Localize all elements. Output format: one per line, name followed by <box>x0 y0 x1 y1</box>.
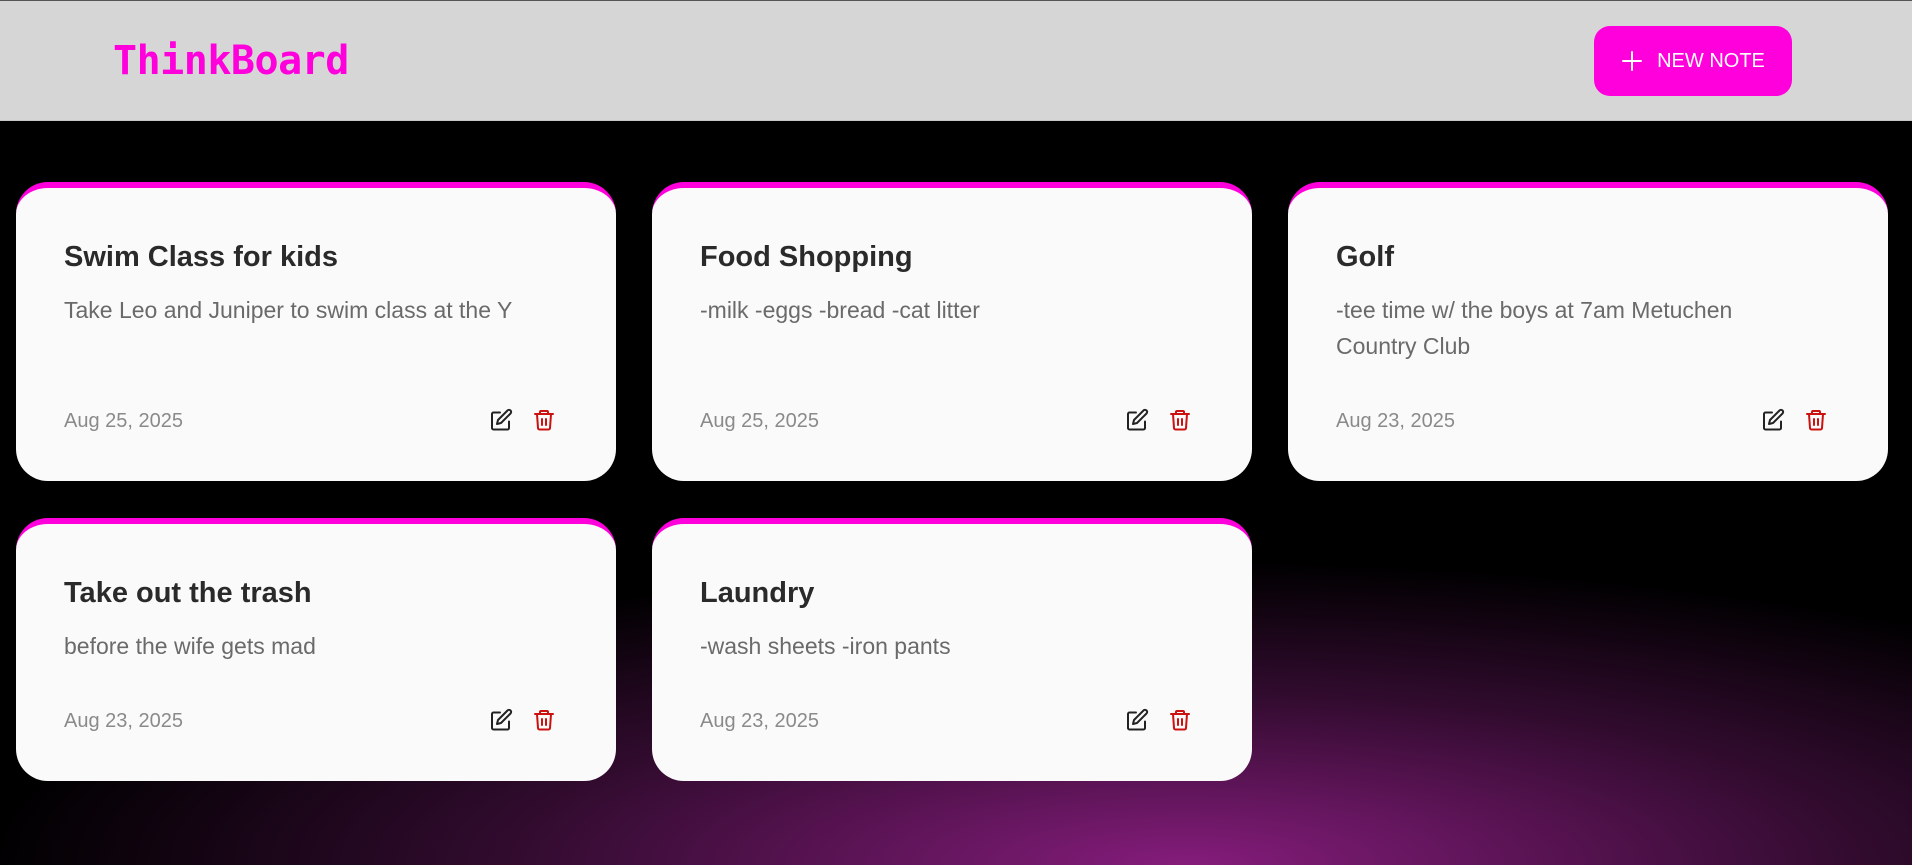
note-actions <box>489 408 556 432</box>
plus-icon <box>1621 50 1643 72</box>
note-content: -wash sheets -iron pants <box>700 633 951 659</box>
edit-icon[interactable] <box>1125 408 1149 432</box>
note-title: Take out the trash <box>64 577 312 609</box>
note-date: Aug 23, 2025 <box>700 710 819 732</box>
note-title: Laundry <box>700 577 815 609</box>
trash-icon[interactable] <box>532 708 556 732</box>
note-title: Swim Class for kids <box>64 241 338 273</box>
app-logo[interactable]: ThinkBoard <box>113 39 349 83</box>
trash-icon[interactable] <box>1168 408 1192 432</box>
note-content: Take Leo and Juniper to swim class at th… <box>64 297 513 323</box>
note-actions <box>1761 408 1828 432</box>
new-note-button[interactable]: NEW NOTE <box>1594 26 1792 96</box>
note-card[interactable]: Laundry -wash sheets -iron pants Aug 23,… <box>652 518 1252 781</box>
trash-icon[interactable] <box>532 408 556 432</box>
note-content: before the wife gets mad <box>64 633 316 659</box>
note-actions <box>1125 408 1192 432</box>
note-date: Aug 25, 2025 <box>700 410 819 432</box>
note-content: -tee time w/ the boys at 7am Metuchen Co… <box>1336 297 1733 359</box>
note-content: -milk -eggs -bread -cat litter <box>700 297 980 323</box>
note-date: Aug 23, 2025 <box>1336 410 1455 432</box>
note-card[interactable]: Golf -tee time w/ the boys at 7am Metuch… <box>1288 182 1888 481</box>
note-card[interactable]: Food Shopping -milk -eggs -bread -cat li… <box>652 182 1252 481</box>
top-navbar: ThinkBoard NEW NOTE <box>0 0 1912 121</box>
note-actions <box>489 708 556 732</box>
edit-icon[interactable] <box>1761 408 1785 432</box>
note-title: Food Shopping <box>700 241 913 273</box>
note-card[interactable]: Take out the trash before the wife gets … <box>16 518 616 781</box>
edit-icon[interactable] <box>1125 708 1149 732</box>
note-actions <box>1125 708 1192 732</box>
note-date: Aug 23, 2025 <box>64 710 183 732</box>
note-card[interactable]: Swim Class for kids Take Leo and Juniper… <box>16 182 616 481</box>
new-note-label: NEW NOTE <box>1657 49 1765 72</box>
edit-icon[interactable] <box>489 408 513 432</box>
trash-icon[interactable] <box>1804 408 1828 432</box>
trash-icon[interactable] <box>1168 708 1192 732</box>
note-title: Golf <box>1336 241 1394 273</box>
edit-icon[interactable] <box>489 708 513 732</box>
note-date: Aug 25, 2025 <box>64 410 183 432</box>
